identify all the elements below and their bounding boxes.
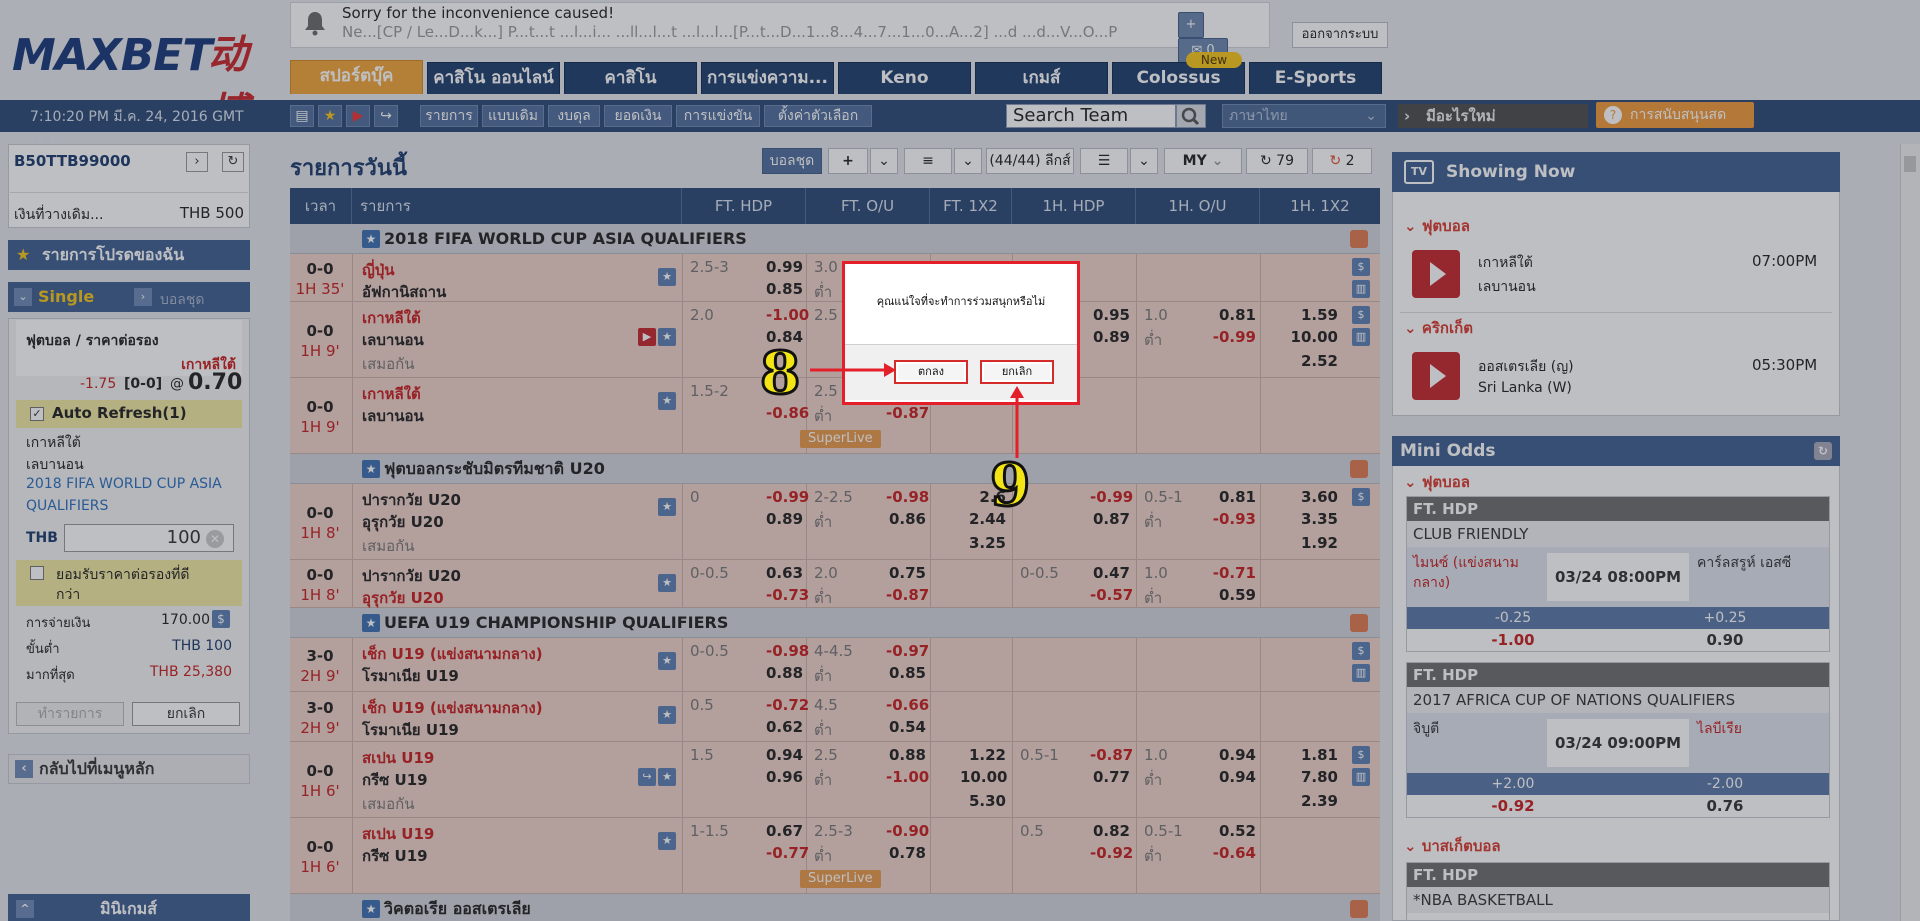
confirm-cancel-button[interactable]: ยกเลิก xyxy=(980,360,1054,384)
callout-number-ok: 8 xyxy=(758,339,801,407)
arrow-annotation-ok xyxy=(810,363,896,377)
callout-number-cancel: 9 xyxy=(988,451,1031,519)
arrow-annotation-cancel xyxy=(1010,386,1024,458)
modal-overlay xyxy=(0,0,1920,921)
confirm-message: คุณแน่ใจที่จะทำการร่วมสนุกหรือไม่ xyxy=(876,295,1046,308)
confirm-ok-button[interactable]: ตกลง xyxy=(894,360,968,384)
